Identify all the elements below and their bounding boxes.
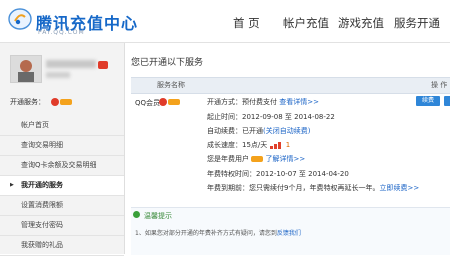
- qq-vip-icon: [159, 98, 167, 106]
- nav-account-recharge[interactable]: 帐户充值: [283, 15, 329, 31]
- sidebar-item-my-services[interactable]: 我开通的服务: [0, 176, 124, 196]
- growth-level-icon: [269, 142, 281, 149]
- sidebar-item-qcard-balance[interactable]: 查询Q卡余额及交易明细: [0, 156, 124, 176]
- sidebar-item-account-home[interactable]: 帐户首页: [0, 116, 124, 136]
- renew-button[interactable]: 续费: [416, 96, 440, 106]
- avatar-image-icon: [11, 56, 41, 82]
- renew-now-link[interactable]: 立即续费>>: [379, 184, 419, 192]
- annual-user-label: 您是年费用户: [207, 155, 249, 163]
- sidebar-item-gifts[interactable]: 我获赠的礼品: [0, 236, 124, 256]
- annual-vip-tag-icon: [251, 156, 264, 162]
- sidebar-menu: 帐户首页 查询交易明细 查询Q卡余额及交易明细 我开通的服务 设置消费限额 管理…: [0, 116, 124, 256]
- feedback-link[interactable]: 反馈我们: [277, 230, 301, 237]
- auto-renew-row: 自动续费：已开通(关闭自动续费): [207, 126, 310, 136]
- sidebar-item-spend-limit[interactable]: 设置消费限额: [0, 196, 124, 216]
- period-label: 起止时间：: [207, 113, 242, 121]
- annual-renew-row: 年费到期前：您只需续付9个月，年费特权再延长一年。立即续费>>: [207, 183, 419, 193]
- auto-renew-label: 自动续费：: [207, 127, 242, 135]
- pay-method-label: 开通方式：: [207, 98, 242, 106]
- nav-home[interactable]: 首 页: [233, 15, 260, 31]
- account-id-blurred: [46, 72, 70, 78]
- logo-subtitle: PAY.QQ.COM: [38, 29, 85, 36]
- sidebar-item-pay-password[interactable]: 管理支付密码: [0, 216, 124, 236]
- column-header-service: 服务名称: [157, 81, 185, 89]
- period-value: 2012-09-08 至 2014-08-22: [242, 113, 335, 121]
- secondary-action-button[interactable]: [444, 96, 450, 106]
- tip-title: 温馨提示: [144, 212, 172, 220]
- nav-service-open[interactable]: 服务开通: [394, 15, 440, 31]
- tip-text: 1、如果您对部分开通的年费补齐方式有疑问，请您到: [135, 230, 277, 237]
- account-badge-icon: [98, 61, 108, 69]
- pay-method-row: 开通方式：预付费支付 查看详情>>: [207, 97, 319, 107]
- annual-renew-label: 年费到期前：: [207, 184, 249, 192]
- growth-value: 15点/天: [242, 141, 268, 149]
- vip-level-tag-icon: [60, 99, 72, 105]
- growth-row: 成长速度：15点/天 1: [207, 140, 290, 150]
- info-icon: [133, 211, 140, 218]
- column-header-action: 操 作: [431, 81, 448, 89]
- username-blurred: [46, 60, 96, 68]
- service-name: QQ会员: [135, 99, 161, 107]
- avatar: [10, 55, 42, 83]
- growth-level-number: 1: [285, 141, 291, 149]
- auto-renew-value: 已开通: [242, 127, 263, 135]
- annual-time-row: 年费特权时间：2012-10-07 至 2014-04-20: [207, 169, 349, 179]
- growth-label: 成长速度：: [207, 141, 242, 149]
- pay-method-value: 预付费支付: [242, 98, 277, 106]
- close-auto-renew-link[interactable]: (关闭自动续费): [263, 127, 310, 135]
- annual-time-value: 2012-10-07 至 2014-04-20: [256, 170, 349, 178]
- annual-time-label: 年费特权时间：: [207, 170, 256, 178]
- qq-vip-icon: [51, 98, 59, 106]
- opened-services-label: 开通服务：: [10, 98, 45, 106]
- vip-level-tag-icon: [168, 99, 180, 105]
- tip-text-row: 1、如果您对部分开通的年费补齐方式有疑问，请您到反馈我们: [135, 228, 301, 237]
- annual-renew-text: 您只需续付9个月，年费特权再延长一年。: [249, 184, 380, 192]
- annual-user-row: 您是年费用户 了解详情>>: [207, 154, 305, 164]
- nav-game-recharge[interactable]: 游戏充值: [338, 15, 384, 31]
- annual-details-link[interactable]: 了解详情>>: [265, 155, 305, 163]
- sidebar-item-transactions[interactable]: 查询交易明细: [0, 136, 124, 156]
- tenpay-logo-icon[interactable]: [8, 8, 32, 30]
- period-row: 起止时间：2012-09-08 至 2014-08-22: [207, 112, 335, 122]
- pay-details-link[interactable]: 查看详情>>: [279, 98, 319, 106]
- page-title: 您已开通以下服务: [131, 58, 204, 68]
